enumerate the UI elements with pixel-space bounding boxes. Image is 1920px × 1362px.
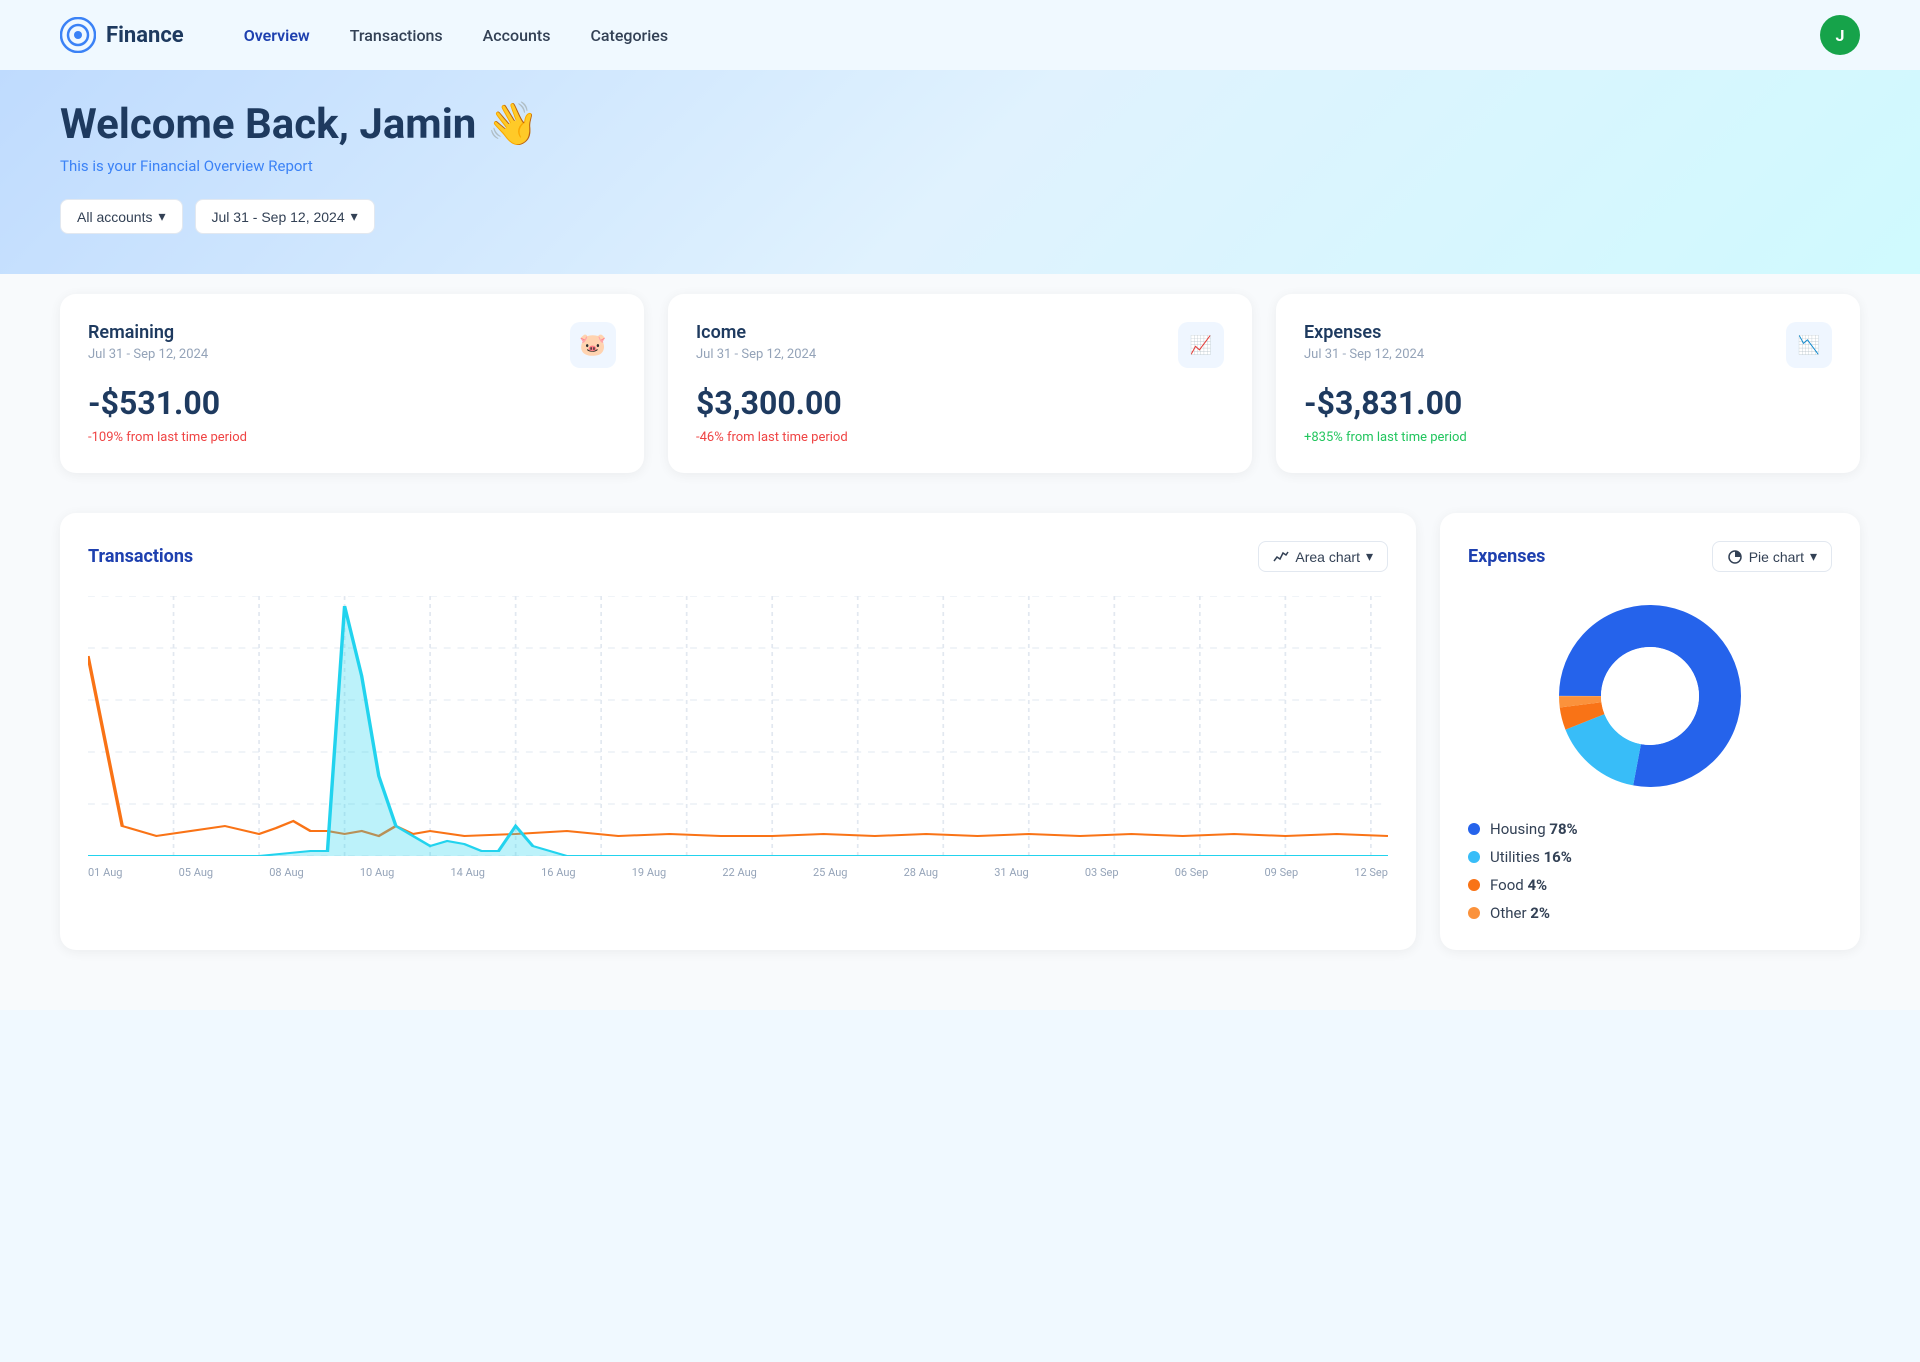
pie-legend: Housing 78% Utilities 16% Food 4% Other … bbox=[1468, 820, 1832, 922]
expenses-card: Expenses Jul 31 - Sep 12, 2024 📉 -$3,831… bbox=[1276, 294, 1860, 473]
remaining-icon: 🐷 bbox=[570, 322, 616, 368]
income-card: Icome Jul 31 - Sep 12, 2024 📈 $3,300.00 … bbox=[668, 294, 1252, 473]
income-icon: 📈 bbox=[1178, 322, 1224, 368]
date-filter-label: Jul 31 - Sep 12, 2024 bbox=[212, 209, 345, 225]
hero-section: Welcome Back, Jamin 👋 This is your Finan… bbox=[0, 70, 1920, 294]
main-content: Remaining Jul 31 - Sep 12, 2024 🐷 -$531.… bbox=[0, 274, 1920, 1010]
remaining-change: -109% from last time period bbox=[88, 430, 616, 445]
x-label-06sep: 06 Sep bbox=[1175, 866, 1209, 879]
accounts-filter-label: All accounts bbox=[77, 209, 152, 225]
area-chart: 01 Aug 05 Aug 08 Aug 10 Aug 14 Aug 16 Au… bbox=[88, 596, 1388, 876]
x-label-10aug: 10 Aug bbox=[360, 866, 394, 879]
nav-transactions[interactable]: Transactions bbox=[350, 26, 443, 45]
x-label-25aug: 25 Aug bbox=[813, 866, 847, 879]
income-title: Icome bbox=[696, 322, 816, 343]
expenses-icon: 📉 bbox=[1786, 322, 1832, 368]
area-chart-label: Area chart bbox=[1295, 549, 1360, 565]
area-chart-svg bbox=[88, 596, 1388, 856]
x-label-09sep: 09 Sep bbox=[1265, 866, 1299, 879]
avatar[interactable]: J bbox=[1820, 15, 1860, 55]
hero-subtitle: This is your Financial Overview Report bbox=[60, 157, 1860, 175]
other-dot bbox=[1468, 907, 1480, 919]
nav-accounts[interactable]: Accounts bbox=[483, 26, 551, 45]
charts-section: Transactions Area chart ▾ bbox=[60, 513, 1860, 950]
legend-utilities: Utilities 16% bbox=[1468, 848, 1832, 866]
remaining-card: Remaining Jul 31 - Sep 12, 2024 🐷 -$531.… bbox=[60, 294, 644, 473]
nav-categories[interactable]: Categories bbox=[590, 26, 668, 45]
housing-label: Housing 78% bbox=[1490, 820, 1578, 838]
x-label-14aug: 14 Aug bbox=[451, 866, 485, 879]
x-label-03sep: 03 Sep bbox=[1085, 866, 1119, 879]
x-label-28aug: 28 Aug bbox=[904, 866, 938, 879]
donut-svg bbox=[1550, 596, 1750, 796]
logo-icon bbox=[60, 17, 96, 53]
x-label-16aug: 16 Aug bbox=[541, 866, 575, 879]
logo-text: Finance bbox=[106, 23, 184, 48]
date-filter[interactable]: Jul 31 - Sep 12, 2024 ▾ bbox=[195, 199, 375, 234]
expenses-change: +835% from last time period bbox=[1304, 430, 1832, 445]
legend-other: Other 2% bbox=[1468, 904, 1832, 922]
food-label: Food 4% bbox=[1490, 876, 1547, 894]
transactions-chart-card: Transactions Area chart ▾ bbox=[60, 513, 1416, 950]
remaining-title: Remaining bbox=[88, 322, 208, 343]
donut-chart bbox=[1550, 596, 1750, 796]
x-label-05aug: 05 Aug bbox=[179, 866, 213, 879]
accounts-filter-chevron: ▾ bbox=[158, 208, 165, 225]
area-chart-icon bbox=[1273, 549, 1289, 565]
income-date: Jul 31 - Sep 12, 2024 bbox=[696, 347, 816, 362]
expenses-title: Expenses bbox=[1304, 322, 1424, 343]
housing-dot bbox=[1468, 823, 1480, 835]
income-amount: $3,300.00 bbox=[696, 384, 1224, 422]
x-label-01aug: 01 Aug bbox=[88, 866, 122, 879]
x-label-22aug: 22 Aug bbox=[722, 866, 756, 879]
pie-chart-container: Housing 78% Utilities 16% Food 4% Other … bbox=[1468, 596, 1832, 922]
x-label-08aug: 08 Aug bbox=[269, 866, 303, 879]
legend-food: Food 4% bbox=[1468, 876, 1832, 894]
legend-housing: Housing 78% bbox=[1468, 820, 1832, 838]
remaining-amount: -$531.00 bbox=[88, 384, 616, 422]
main-nav: Overview Transactions Accounts Categorie… bbox=[244, 26, 1820, 45]
utilities-label: Utilities 16% bbox=[1490, 848, 1572, 866]
nav-overview[interactable]: Overview bbox=[244, 26, 310, 45]
header: Finance Overview Transactions Accounts C… bbox=[0, 0, 1920, 70]
transactions-chart-title: Transactions bbox=[88, 546, 193, 567]
greeting-title: Welcome Back, Jamin 👋 bbox=[60, 100, 1860, 149]
pie-chart-chevron: ▾ bbox=[1810, 548, 1817, 565]
utilities-dot bbox=[1468, 851, 1480, 863]
date-filter-chevron: ▾ bbox=[351, 208, 358, 225]
pie-chart-type-button[interactable]: Pie chart ▾ bbox=[1712, 541, 1832, 572]
expenses-chart-card: Expenses Pie chart ▾ bbox=[1440, 513, 1860, 950]
x-label-31aug: 31 Aug bbox=[994, 866, 1028, 879]
area-chart-chevron: ▾ bbox=[1366, 548, 1373, 565]
expenses-amount: -$3,831.00 bbox=[1304, 384, 1832, 422]
expenses-date: Jul 31 - Sep 12, 2024 bbox=[1304, 347, 1424, 362]
summary-cards: Remaining Jul 31 - Sep 12, 2024 🐷 -$531.… bbox=[60, 274, 1860, 473]
food-dot bbox=[1468, 879, 1480, 891]
logo: Finance bbox=[60, 17, 184, 53]
pie-chart-label: Pie chart bbox=[1749, 549, 1804, 565]
x-label-12sep: 12 Sep bbox=[1354, 866, 1388, 879]
filter-bar: All accounts ▾ Jul 31 - Sep 12, 2024 ▾ bbox=[60, 199, 1860, 234]
income-change: -46% from last time period bbox=[696, 430, 1224, 445]
pie-chart-icon bbox=[1727, 549, 1743, 565]
remaining-date: Jul 31 - Sep 12, 2024 bbox=[88, 347, 208, 362]
accounts-filter[interactable]: All accounts ▾ bbox=[60, 199, 183, 234]
expenses-chart-title: Expenses bbox=[1468, 546, 1545, 567]
other-label: Other 2% bbox=[1490, 904, 1550, 922]
x-label-19aug: 19 Aug bbox=[632, 866, 666, 879]
area-chart-type-button[interactable]: Area chart ▾ bbox=[1258, 541, 1388, 572]
